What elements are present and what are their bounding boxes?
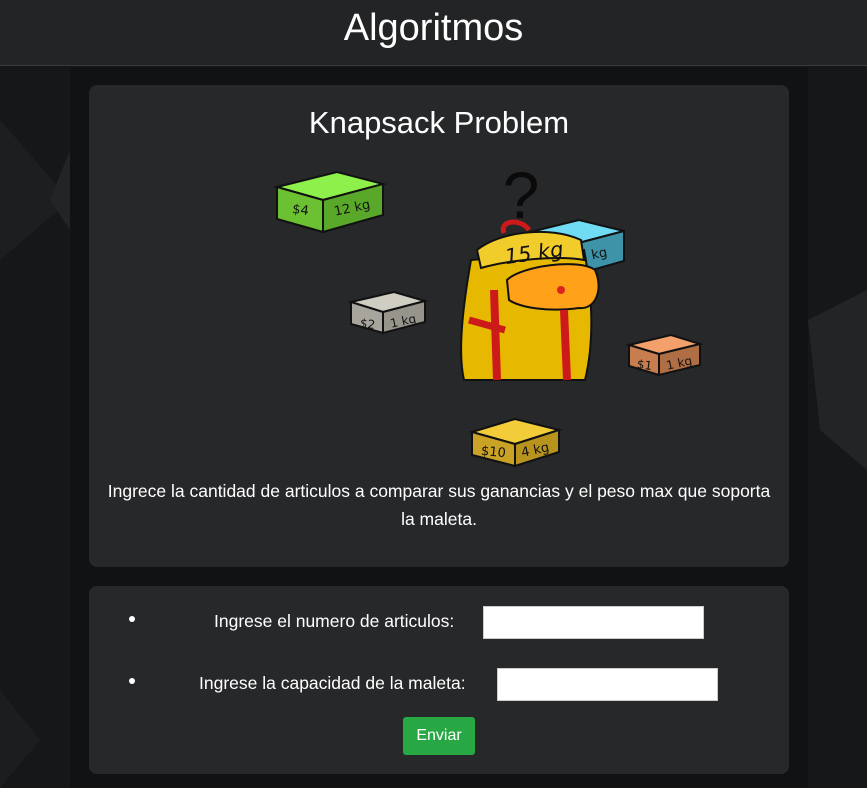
app-title: Algoritmos [343, 7, 524, 49]
submit-button[interactable]: Enviar [403, 717, 475, 755]
bullet-marker [129, 616, 135, 622]
bullet-marker [129, 678, 135, 684]
item-orange-price: $1 [636, 357, 653, 373]
form-row-capacity: Ingrese la capacidad de la maleta: [89, 666, 789, 701]
item-box-green: $4 12 kg [273, 170, 387, 234]
item-box-yellow: $10 4 kg [468, 417, 563, 468]
app-header: Algoritmos [0, 0, 867, 66]
backpack: 15 kg [460, 219, 600, 381]
problem-description: Ingrece la cantidad de articulos a compa… [107, 481, 771, 529]
knapsack-illustration: ? $4 12 kg $2 2 kg $2 1 kg [273, 158, 704, 468]
capacity-input[interactable] [497, 668, 718, 701]
num-items-input[interactable] [483, 606, 704, 639]
item-green-price: $4 [291, 202, 309, 219]
intro-card: Knapsack Problem ? $4 12 kg $2 2 kg $2 1… [89, 85, 789, 567]
input-form-card: Ingrese el numero de articulos: Ingrese … [89, 586, 789, 774]
item-box-gray: $2 1 kg [347, 290, 429, 335]
num-items-label: Ingrese el numero de articulos: [214, 611, 455, 631]
form-row-num-items: Ingrese el numero de articulos: [89, 604, 789, 639]
capacity-label: Ingrese la capacidad de la maleta: [199, 673, 466, 693]
item-yellow-price: $10 [480, 444, 506, 462]
problem-title: Knapsack Problem [308, 105, 570, 140]
item-box-orange: $1 1 kg [625, 333, 704, 377]
item-gray-price: $2 [359, 316, 376, 332]
